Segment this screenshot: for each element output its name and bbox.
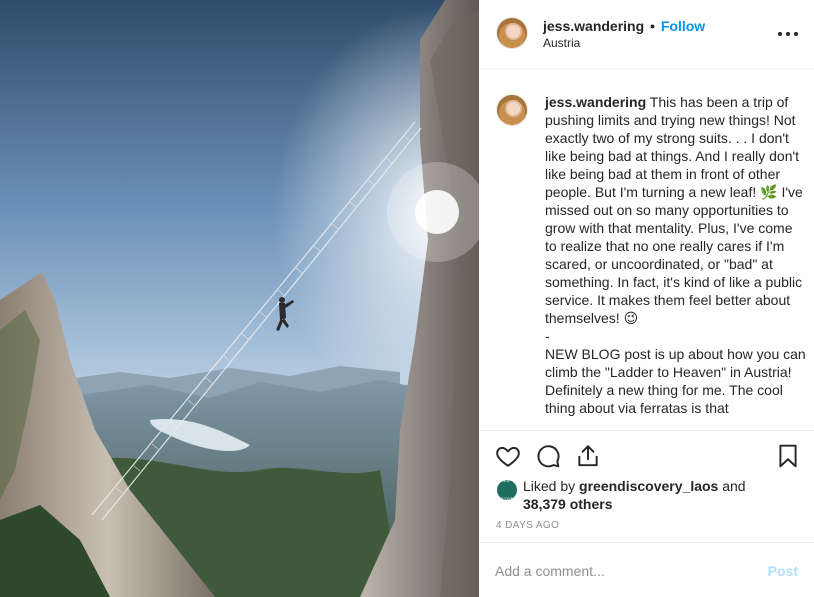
post-header: jess.wandering • Follow Austria bbox=[479, 0, 814, 69]
heart-icon[interactable] bbox=[495, 443, 521, 469]
post-comment-button[interactable]: Post bbox=[768, 563, 798, 579]
author-username[interactable]: jess.wandering bbox=[543, 18, 644, 34]
caption-text-1: This has been a trip of pushing limits a… bbox=[545, 94, 803, 326]
post-caption: jess.wandering This has been a trip of p… bbox=[545, 93, 807, 417]
follow-button[interactable]: Follow bbox=[661, 18, 705, 34]
separator-dot: • bbox=[650, 18, 655, 34]
bookmark-icon[interactable] bbox=[775, 443, 801, 469]
likes-prefix: Liked by bbox=[523, 478, 580, 494]
comment-bubble-icon[interactable] bbox=[535, 443, 561, 469]
post-photo[interactable] bbox=[0, 0, 479, 597]
location-link[interactable]: Austria bbox=[543, 36, 580, 50]
share-icon[interactable] bbox=[575, 443, 601, 469]
liker-username[interactable]: greendiscovery_laos bbox=[579, 478, 718, 494]
post-sidebar: jess.wandering • Follow Austria jess.wan… bbox=[479, 0, 814, 597]
author-avatar[interactable] bbox=[496, 17, 528, 49]
caption-text-2: - bbox=[545, 328, 550, 344]
post-actions: GREEN DISCOVERY Liked by greendiscovery_… bbox=[479, 430, 814, 542]
caption-username[interactable]: jess.wandering bbox=[545, 94, 646, 110]
add-comment-bar: Post bbox=[479, 542, 814, 597]
ladder-photo-illustration bbox=[0, 0, 479, 597]
ellipsis-icon[interactable] bbox=[776, 24, 800, 44]
post-timestamp[interactable]: 4 DAYS AGO bbox=[496, 520, 559, 531]
caption-text-3: NEW BLOG post is up about how you can cl… bbox=[545, 346, 806, 416]
likes-count[interactable]: 38,379 others bbox=[523, 496, 613, 512]
liker-avatar[interactable]: GREEN DISCOVERY bbox=[495, 478, 519, 501]
likes-and: and bbox=[718, 478, 746, 494]
caption-author-avatar[interactable] bbox=[496, 94, 528, 126]
author-row: jess.wandering • Follow bbox=[543, 18, 705, 34]
comment-input[interactable] bbox=[495, 560, 745, 582]
comments-section[interactable]: jess.wandering This has been a trip of p… bbox=[479, 69, 814, 429]
